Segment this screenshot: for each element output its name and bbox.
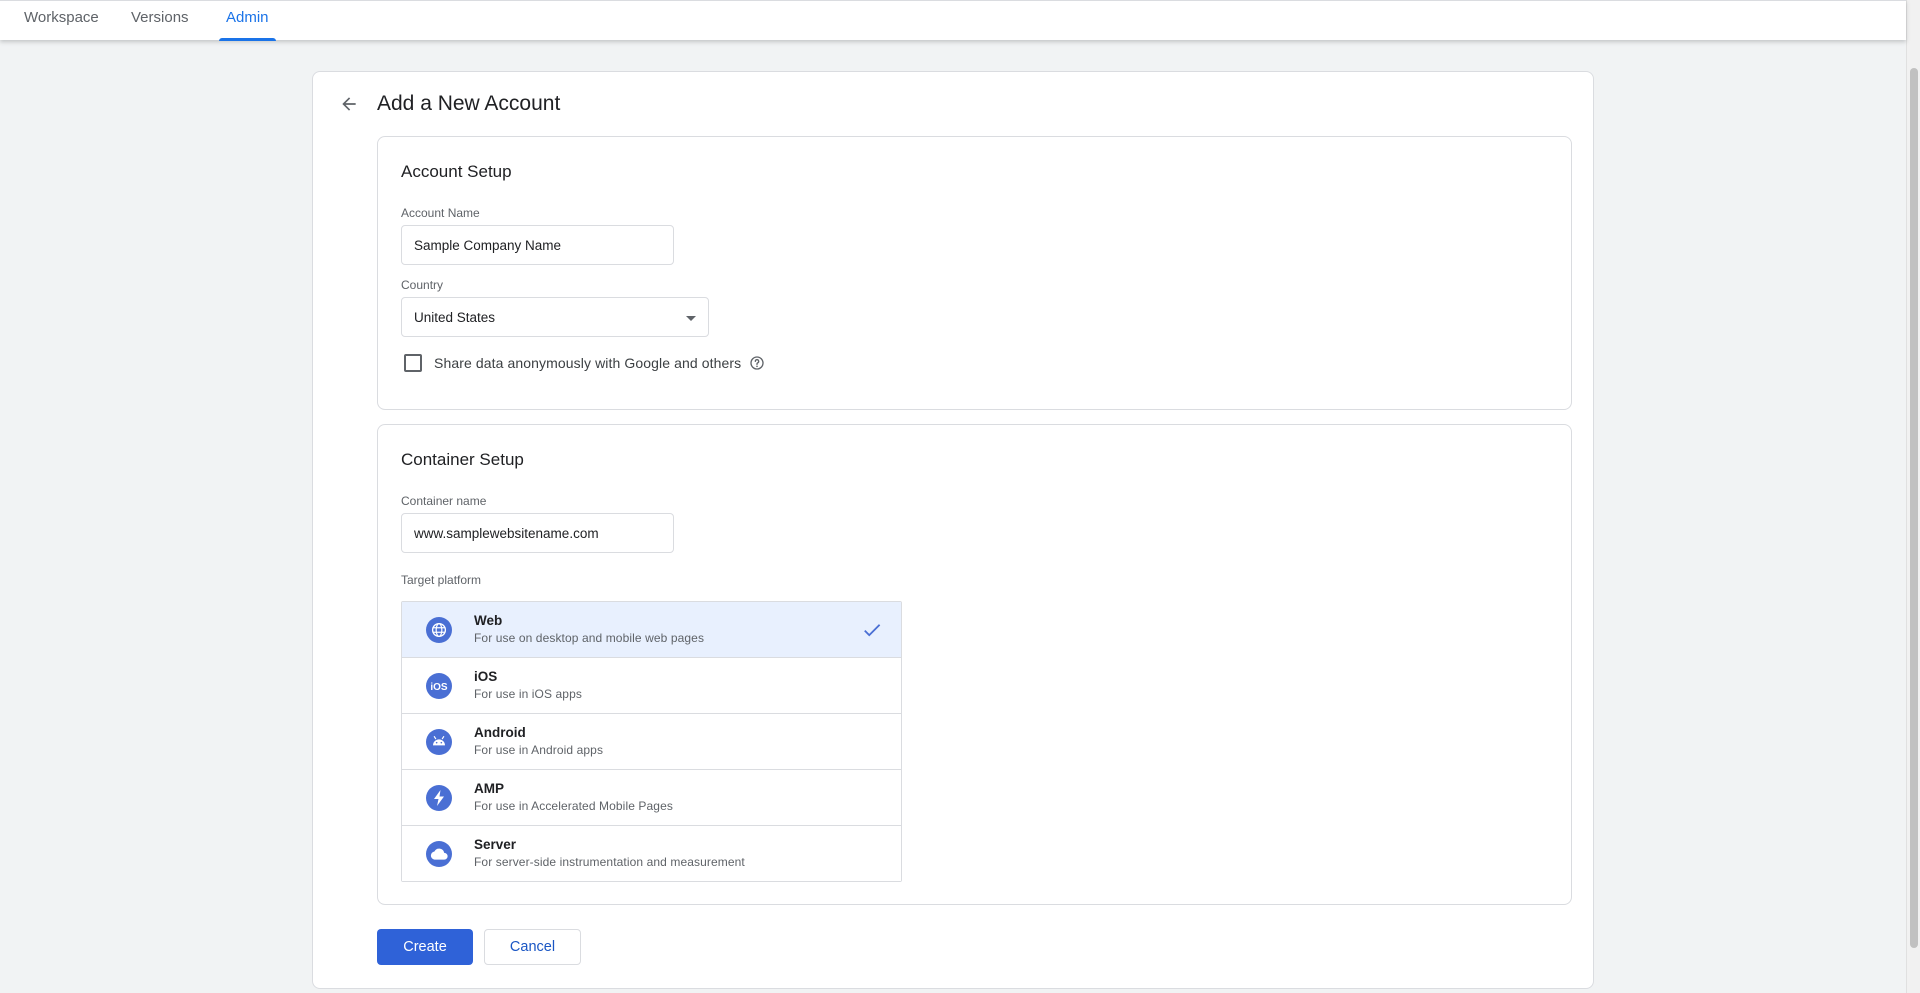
platform-name: Web <box>474 613 503 628</box>
arrow-back-icon <box>342 97 356 111</box>
back-button[interactable] <box>334 89 364 119</box>
platform-description: For server-side instrumentation and meas… <box>474 855 745 869</box>
help-icon[interactable] <box>749 355 765 371</box>
share-data-checkbox[interactable] <box>404 354 422 372</box>
country-select-value: United States <box>414 309 496 325</box>
share-data-label: Share data anonymously with Google and o… <box>434 355 742 371</box>
check-icon <box>861 619 883 646</box>
share-data-row: Share data anonymously with Google and o… <box>404 354 765 372</box>
globe-icon <box>426 617 452 643</box>
platform-option-amp[interactable]: AMP For use in Accelerated Mobile Pages <box>402 770 901 826</box>
tab-versions[interactable]: Versions <box>131 1 189 41</box>
container-setup-card: Container Setup Container name Target pl… <box>377 424 1572 905</box>
platform-option-android[interactable]: Android For use in Android apps <box>402 714 901 770</box>
account-setup-card: Account Setup Account Name Country Unite… <box>377 136 1572 410</box>
platform-name: Android <box>474 725 526 740</box>
svg-text:iOS: iOS <box>430 682 448 693</box>
cloud-icon <box>426 841 452 867</box>
target-platform-label: Target platform <box>401 573 482 587</box>
tab-workspace[interactable]: Workspace <box>24 1 99 41</box>
country-select[interactable]: United States <box>401 297 709 337</box>
scrollbar-thumb[interactable] <box>1910 68 1918 948</box>
platform-option-web[interactable]: Web For use on desktop and mobile web pa… <box>402 602 901 658</box>
page-scrollbar[interactable] <box>1906 0 1920 993</box>
ios-icon: iOS <box>426 673 452 699</box>
create-button[interactable]: Create <box>377 929 473 965</box>
add-account-panel: Add a New Account Account Setup Account … <box>312 71 1594 989</box>
target-platform-list: Web For use on desktop and mobile web pa… <box>401 601 902 882</box>
platform-description: For use in Accelerated Mobile Pages <box>474 799 673 813</box>
container-name-label: Container name <box>401 494 487 508</box>
android-icon <box>426 729 452 755</box>
platform-description: For use in iOS apps <box>474 687 582 701</box>
tab-admin[interactable]: Admin <box>219 1 275 41</box>
container-name-input[interactable] <box>401 513 674 553</box>
platform-description: For use on desktop and mobile web pages <box>474 631 705 645</box>
account-name-input[interactable] <box>401 225 674 265</box>
platform-option-ios[interactable]: iOS iOS For use in iOS apps <box>402 658 901 714</box>
dropdown-arrow-icon <box>686 316 696 321</box>
country-label: Country <box>401 278 444 292</box>
platform-name: AMP <box>474 781 504 796</box>
account-setup-title: Account Setup <box>401 162 512 181</box>
platform-description: For use in Android apps <box>474 743 604 757</box>
account-name-label: Account Name <box>401 206 480 220</box>
amp-bolt-icon <box>426 785 452 811</box>
page-title: Add a New Account <box>377 92 561 115</box>
platform-name: iOS <box>474 669 498 684</box>
platform-option-server[interactable]: Server For server-side instrumentation a… <box>402 826 901 881</box>
platform-name: Server <box>474 837 517 852</box>
top-nav-bar: Workspace Versions Admin <box>0 0 1906 41</box>
cancel-button[interactable]: Cancel <box>484 929 581 965</box>
container-setup-title: Container Setup <box>401 450 524 469</box>
